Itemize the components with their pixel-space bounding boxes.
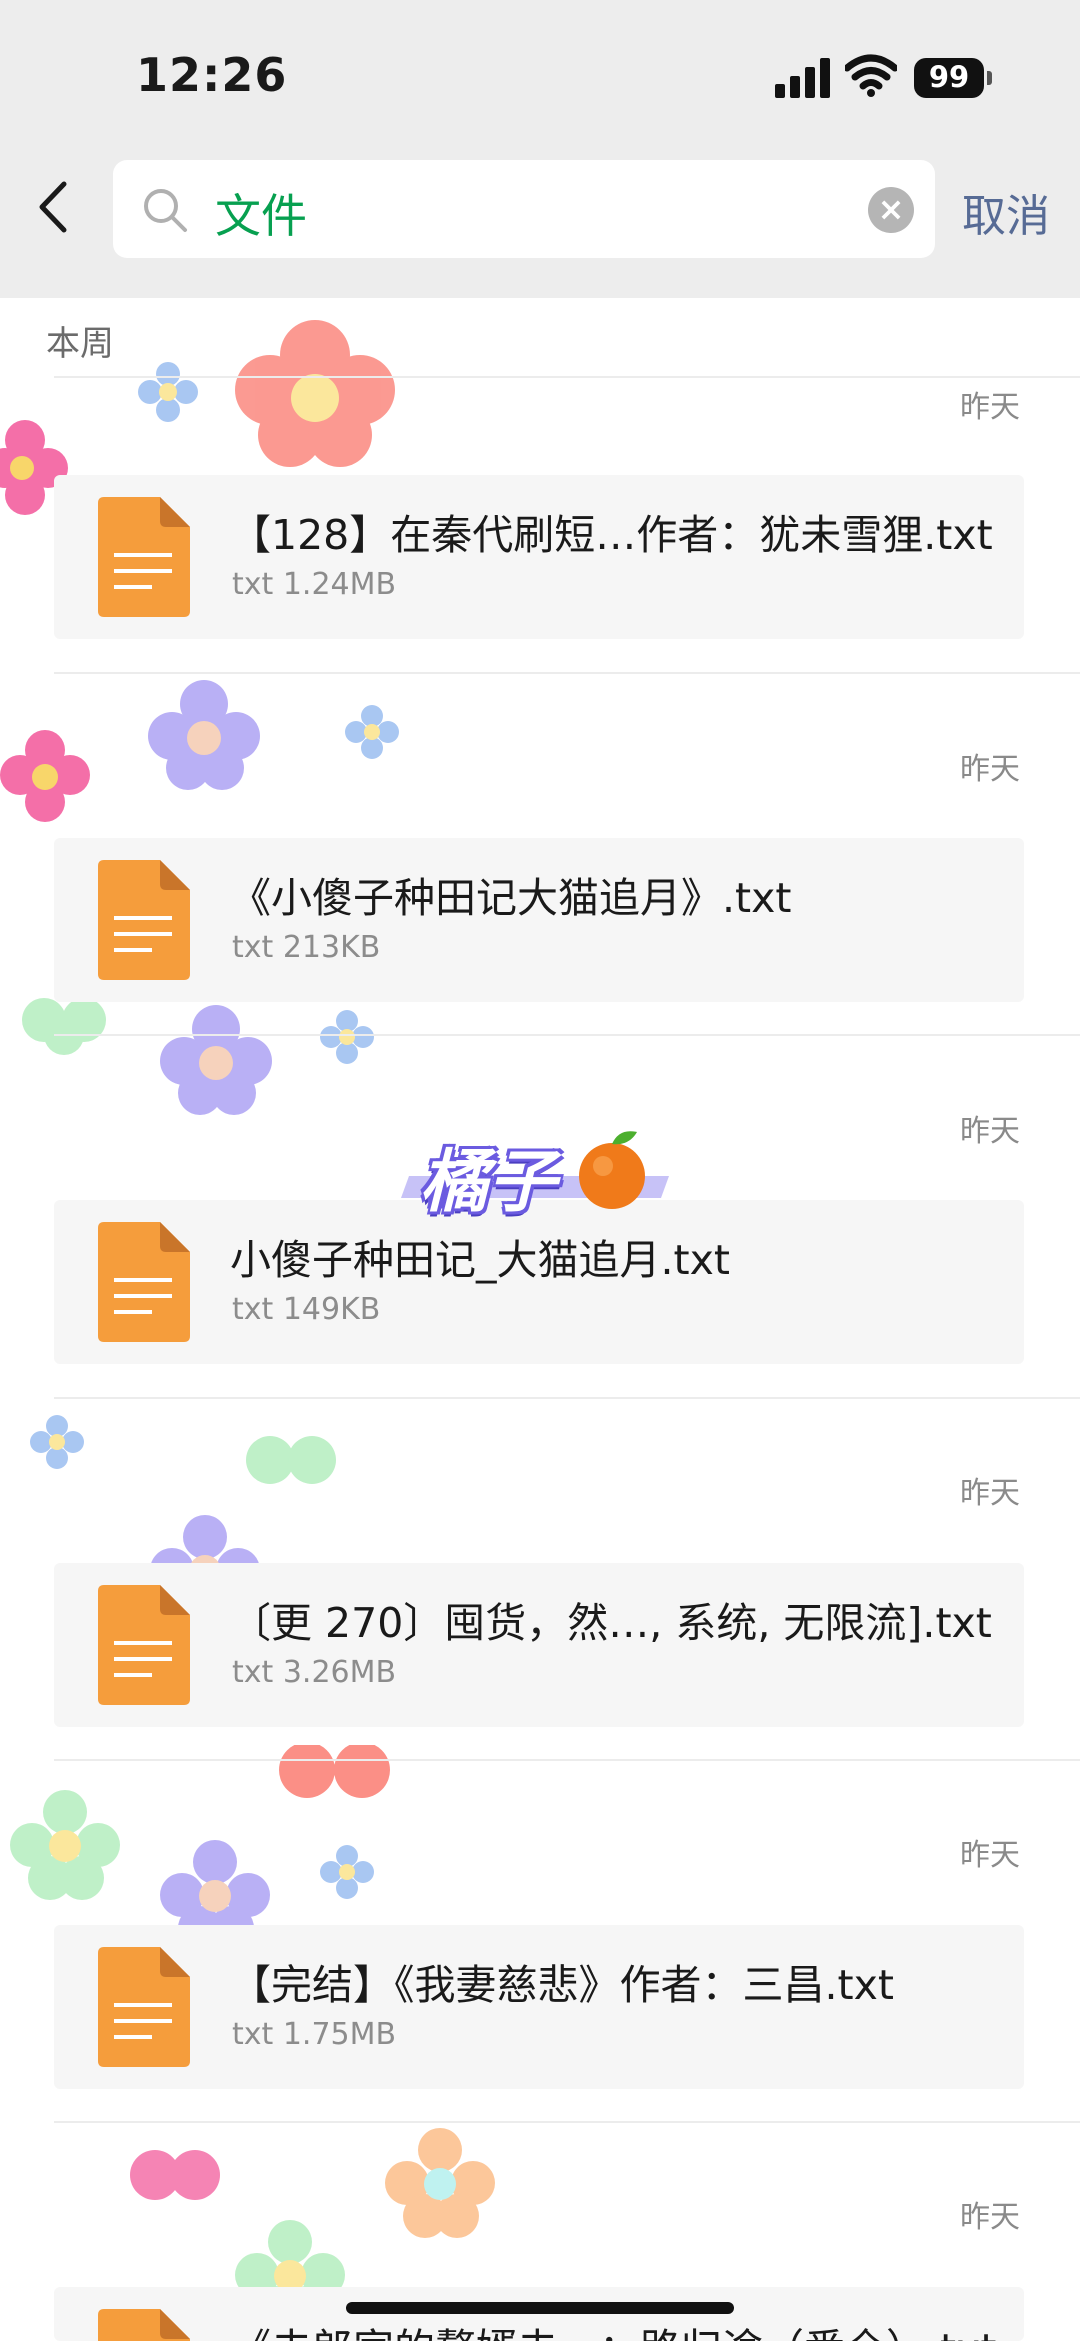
flower-decoration xyxy=(160,1005,272,1115)
row-divider xyxy=(54,2121,1080,2123)
file-name: 《小傻子种田记大猫追月》.txt xyxy=(230,874,792,922)
search-input[interactable]: 文件 × xyxy=(113,160,935,258)
file-meta: txt 1.75MB xyxy=(232,2017,397,2052)
battery-icon: 99 xyxy=(914,58,984,98)
document-icon xyxy=(98,1585,190,1705)
chevron-left-icon[interactable] xyxy=(24,176,86,238)
file-meta: txt 1.24MB xyxy=(232,567,397,602)
flower-decoration xyxy=(246,1436,336,1484)
flower-decoration xyxy=(130,2150,220,2200)
file-meta: txt 3.26MB xyxy=(232,1655,397,1690)
flower-decoration xyxy=(148,680,260,790)
file-meta: txt 213KB xyxy=(232,930,381,965)
document-icon xyxy=(98,860,190,980)
battery-tip xyxy=(987,71,992,85)
orange-icon xyxy=(579,1131,645,1209)
file-date: 昨天 xyxy=(960,752,1020,787)
search-icon xyxy=(144,189,187,232)
file-card[interactable]: 【完结】《我妻慈悲》作者：三昌.txt txt 1.75MB xyxy=(54,1925,1024,2089)
home-indicator[interactable] xyxy=(346,2302,734,2314)
document-icon xyxy=(98,497,190,617)
row-divider xyxy=(54,376,1080,378)
flower-decoration xyxy=(10,1790,120,1900)
cellular-signal-icon xyxy=(775,58,831,98)
watermark-text: 橘子 xyxy=(420,1143,557,1222)
flower-decoration xyxy=(30,1415,84,1469)
file-card[interactable]: 《小傻子种田记大猫追月》.txt txt 213KB xyxy=(54,838,1024,1002)
flower-decoration xyxy=(22,998,106,1055)
search-query[interactable]: 文件 xyxy=(215,180,307,246)
file-date: 昨天 xyxy=(960,390,1020,425)
file-name: 【完结】《我妻慈悲》作者：三昌.txt xyxy=(230,1961,894,2009)
file-date: 昨天 xyxy=(960,1114,1020,1149)
section-header-this-week: 本周 xyxy=(46,324,114,364)
flower-decoration xyxy=(0,730,90,822)
flower-decoration xyxy=(320,1010,374,1064)
row-divider xyxy=(54,672,1080,674)
clear-icon[interactable]: × xyxy=(868,187,914,233)
battery-level: 99 xyxy=(928,60,970,94)
flower-decoration xyxy=(235,320,395,467)
file-date: 昨天 xyxy=(960,1476,1020,1511)
file-card[interactable]: 《夫郎家的赘婿夫…：路归途（番全）.txt xyxy=(54,2287,1024,2341)
file-card[interactable]: 【128】在秦代刷短…作者：犹未雪狸.txt txt 1.24MB xyxy=(54,475,1024,639)
file-date: 昨天 xyxy=(960,1838,1020,1873)
flower-decoration xyxy=(320,1845,374,1899)
document-icon xyxy=(98,1947,190,2067)
row-divider xyxy=(54,1397,1080,1399)
file-date: 昨天 xyxy=(960,2200,1020,2235)
cancel-button[interactable]: 取消 xyxy=(962,180,1050,244)
flower-decoration xyxy=(385,2128,495,2238)
document-icon xyxy=(98,1222,190,1342)
file-card[interactable]: 〔更 270〕囤货，然…, 系统, 无限流].txt txt 3.26MB xyxy=(54,1563,1024,1727)
watermark-sticker: 橘子 xyxy=(400,1118,675,1222)
row-divider xyxy=(54,1759,1080,1761)
document-icon xyxy=(98,2309,190,2341)
flower-decoration xyxy=(345,705,399,759)
file-name: 《夫郎家的赘婿夫…：路归途（番全）.txt xyxy=(230,2315,996,2341)
flower-decoration xyxy=(279,1745,390,1798)
row-divider xyxy=(54,1034,1080,1036)
top-bar: 12:26 99 文件 × 取消 xyxy=(0,0,1080,298)
wifi-icon xyxy=(845,54,897,97)
file-name: 【128】在秦代刷短…作者：犹未雪狸.txt xyxy=(230,511,993,559)
file-name: 〔更 270〕囤货，然…, 系统, 无限流].txt xyxy=(230,1599,992,1647)
status-time: 12:26 xyxy=(136,48,288,102)
file-meta: txt 149KB xyxy=(232,1292,381,1327)
file-name: 小傻子种田记_大猫追月.txt xyxy=(230,1236,730,1284)
flower-decoration xyxy=(138,362,198,422)
